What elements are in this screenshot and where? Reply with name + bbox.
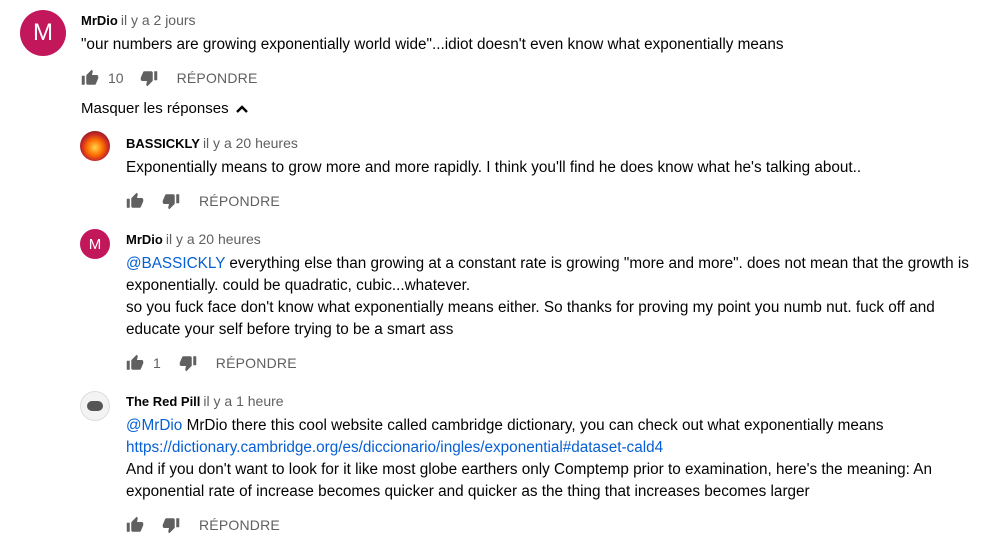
like-count: 1: [153, 355, 161, 371]
reply-text-line: @BASSICKLY everything else than growing …: [126, 253, 969, 275]
reply-button[interactable]: RÉPONDRE: [177, 70, 258, 86]
reply-button[interactable]: RÉPONDRE: [199, 193, 280, 209]
avatar[interactable]: [80, 131, 110, 161]
author-name[interactable]: MrDio: [81, 13, 118, 28]
author-name[interactable]: MrDio: [126, 232, 163, 247]
comment-thread: M MrDio il y a 2 jours "our numbers are g…: [0, 0, 1003, 544]
reply-text-line: exponentially. could be quadratic, cubic…: [126, 277, 471, 294]
thumbs-up-icon[interactable]: [126, 192, 144, 210]
reply-text-line: so you fuck face don't know what exponen…: [126, 299, 935, 316]
url-link[interactable]: https://dictionary.cambridge.org/es/dicc…: [126, 437, 932, 459]
avatar-letter: M: [88, 235, 102, 253]
mention-link[interactable]: @MrDio: [126, 417, 182, 434]
hide-replies-label: Masquer les réponses: [81, 100, 229, 117]
reply-text: @MrDio MrDio there this cool website cal…: [126, 415, 932, 503]
avatar[interactable]: [80, 391, 110, 421]
reply-text: @BASSICKLY everything else than growing …: [126, 253, 969, 341]
timestamp[interactable]: il y a 20 heures: [203, 135, 298, 151]
avatar[interactable]: M: [80, 229, 110, 259]
reply-text-line: Exponentially means to grow more and mor…: [126, 159, 862, 176]
author-name[interactable]: BASSICKLY: [126, 136, 200, 151]
hide-replies-toggle[interactable]: Masquer les réponses: [81, 100, 249, 117]
timestamp[interactable]: il y a 20 heures: [166, 231, 261, 247]
thumbs-up-icon[interactable]: [126, 354, 144, 372]
comment-header: MrDio il y a 2 jours: [81, 12, 196, 29]
comment-text: "our numbers are growing exponentially w…: [81, 34, 784, 56]
reply-header: BASSICKLY il y a 20 heures: [126, 135, 298, 152]
reply-button[interactable]: RÉPONDRE: [199, 517, 280, 533]
reply-text-line: And if you don't want to look for it lik…: [126, 461, 932, 478]
author-name[interactable]: The Red Pill: [126, 394, 200, 409]
avatar-letter: M: [33, 19, 53, 46]
reply-text-segment: everything else than growing at a consta…: [225, 255, 969, 272]
comment-text-line: "our numbers are growing exponentially w…: [81, 36, 784, 53]
thumbs-down-icon[interactable]: [179, 354, 197, 372]
thumbs-up-icon[interactable]: [126, 516, 144, 534]
timestamp[interactable]: il y a 1 heure: [203, 393, 283, 409]
thumbs-down-icon[interactable]: [162, 192, 180, 210]
timestamp[interactable]: il y a 2 jours: [121, 12, 196, 28]
reply-text-line: exponential rate of increase becomes qui…: [126, 483, 810, 500]
reply-text-line: @MrDio MrDio there this cool website cal…: [126, 415, 932, 437]
comment-toolbar: 10 RÉPONDRE: [81, 68, 258, 88]
reply-text-segment: MrDio there this cool website called cam…: [182, 417, 884, 434]
thumbs-up-icon[interactable]: [81, 69, 99, 87]
like-count: 10: [108, 70, 124, 86]
reply-toolbar: RÉPONDRE: [126, 191, 280, 211]
reply-button[interactable]: RÉPONDRE: [216, 355, 297, 371]
reply-header: The Red Pill il y a 1 heure: [126, 393, 284, 410]
reply-toolbar: RÉPONDRE: [126, 515, 280, 535]
reply-text-line: educate your self before trying to be a …: [126, 321, 454, 338]
chevron-up-icon: [235, 104, 248, 113]
reply-header: MrDio il y a 20 heures: [126, 231, 261, 248]
reply-text: Exponentially means to grow more and mor…: [126, 157, 861, 179]
thumbs-down-icon[interactable]: [140, 69, 158, 87]
reply-toolbar: 1 RÉPONDRE: [126, 353, 297, 373]
mention-link[interactable]: @BASSICKLY: [126, 255, 225, 272]
avatar[interactable]: M: [20, 10, 66, 56]
thumbs-down-icon[interactable]: [162, 516, 180, 534]
